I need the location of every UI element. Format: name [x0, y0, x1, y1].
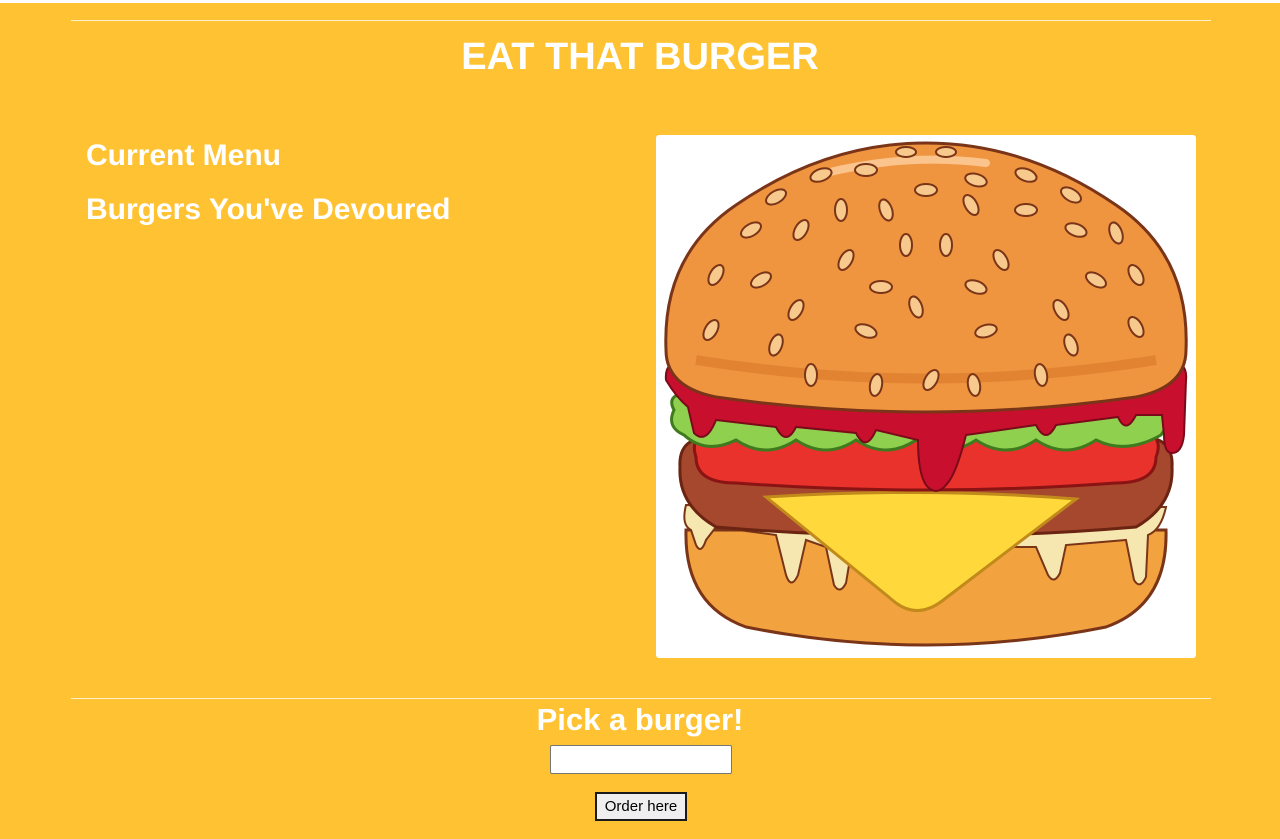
order-button[interactable]: Order here	[595, 792, 687, 821]
pick-burger-label: Pick a burger!	[536, 702, 744, 737]
current-menu-heading: Current Menu	[86, 139, 281, 172]
page-title: EAT THAT BURGER	[461, 36, 819, 78]
burger-name-input[interactable]	[550, 745, 732, 774]
devoured-heading: Burgers You've Devoured	[86, 193, 451, 226]
top-divider	[71, 20, 1211, 21]
bottom-divider	[71, 698, 1211, 699]
page: EAT THAT BURGER Current Menu Burgers You…	[0, 0, 1280, 839]
burger-image-card	[656, 135, 1196, 658]
burger-illustration-icon	[664, 141, 1188, 647]
top-strip	[0, 0, 1280, 3]
